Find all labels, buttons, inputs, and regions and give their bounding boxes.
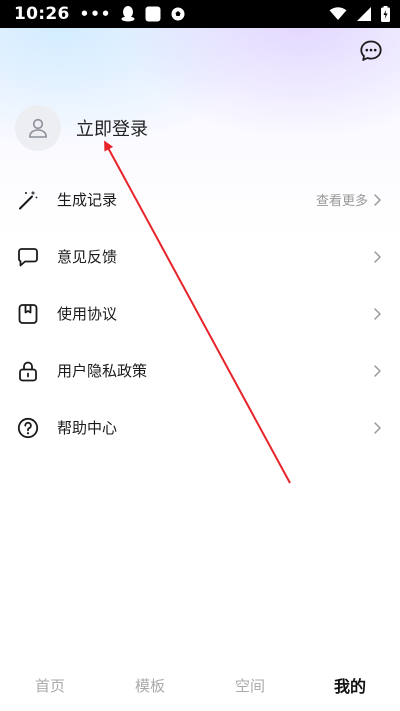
magic-wand-icon [16,188,40,212]
signal-icon [357,7,371,21]
qq-penguin-icon [121,6,135,22]
chevron-right-icon [372,307,382,321]
menu-item-user-agreement[interactable]: 使用协议 [0,285,400,342]
battery-icon [381,6,390,22]
soccer-ball-icon [171,7,185,21]
menu-item-help-center[interactable]: 帮助中心 [0,399,400,456]
tab-mine[interactable]: 我的 [300,673,400,697]
status-dots: ••• [79,5,112,23]
wifi-icon [329,7,347,21]
menu-item-generation-history[interactable]: 生成记录 查看更多 [0,171,400,228]
chevron-right-icon [372,421,382,435]
menu-item-label: 生成记录 [57,191,118,209]
chat-bubble-icon[interactable] [358,38,384,64]
status-time: 10:26 [14,4,70,24]
chevron-right-icon [372,364,382,378]
chevron-right-icon [372,193,382,207]
view-more-link[interactable]: 查看更多 [316,190,368,209]
menu-item-label: 帮助中心 [57,419,118,437]
menu-item-label: 使用协议 [57,305,118,323]
feedback-bubble-icon [16,245,40,269]
chevron-right-icon [372,250,382,264]
document-icon [16,302,40,326]
menu-item-label: 用户隐私政策 [57,362,148,380]
login-entry[interactable]: 立即登录 [15,105,148,151]
help-circle-icon [16,416,40,440]
square-app-icon [145,6,161,22]
user-icon [15,105,61,151]
login-label[interactable]: 立即登录 [76,115,148,141]
tab-home[interactable]: 首页 [0,675,100,696]
menu-item-label: 意见反馈 [57,248,118,266]
bottom-tab-bar: 首页 模板 空间 我的 [0,663,400,707]
menu-item-privacy-policy[interactable]: 用户隐私政策 [0,342,400,399]
menu-item-feedback[interactable]: 意见反馈 [0,228,400,285]
settings-menu: 生成记录 查看更多 意见反馈 使用协议 用户隐私政策 帮助中心 [0,171,400,456]
lock-icon [16,359,40,383]
status-bar: 10:26 ••• [0,0,400,28]
tab-templates[interactable]: 模板 [100,675,200,696]
tab-space[interactable]: 空间 [200,675,300,696]
